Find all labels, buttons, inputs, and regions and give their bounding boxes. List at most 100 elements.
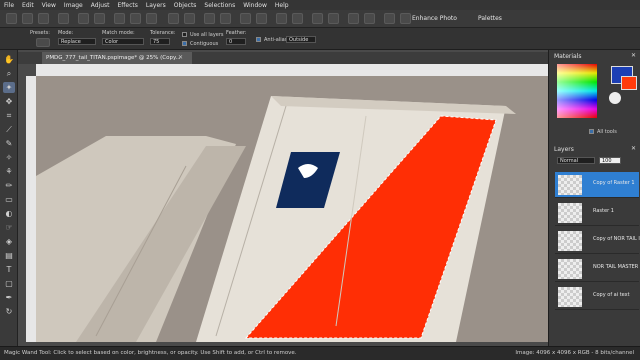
materials-close-icon[interactable]: ✕ xyxy=(631,52,636,59)
grid-icon[interactable] xyxy=(240,13,251,24)
menu-help[interactable]: Help xyxy=(271,2,293,9)
background-color-swatch[interactable] xyxy=(621,76,637,90)
menu-file[interactable]: File xyxy=(0,2,18,9)
canvas-artwork xyxy=(36,76,548,342)
menu-adjust[interactable]: Adjust xyxy=(87,2,114,9)
menu-view[interactable]: View xyxy=(38,2,60,9)
layer-row[interactable]: NOR TAIL MASTER xyxy=(555,256,639,282)
opacity-input[interactable]: 100 xyxy=(599,157,621,164)
overview-icon[interactable] xyxy=(384,13,395,24)
menu-window[interactable]: Window xyxy=(239,2,271,9)
straighten-tool-icon[interactable]: ⟋ xyxy=(3,124,15,135)
crop-icon[interactable] xyxy=(204,13,215,24)
zoom-icon[interactable] xyxy=(168,13,179,24)
learning-center-icon[interactable] xyxy=(348,13,359,24)
move-tool-icon[interactable]: ✥ xyxy=(3,96,15,107)
run-script-icon[interactable] xyxy=(328,13,339,24)
crop-tool-icon[interactable]: ⌗ xyxy=(3,110,15,121)
vertical-ruler xyxy=(26,76,36,342)
tolerance-label: Tolerance: xyxy=(150,30,176,36)
histogram-icon[interactable] xyxy=(292,13,303,24)
document-tab[interactable]: PMDG_777_tail_TITAN.pspimage* @ 25% (Cop… xyxy=(42,52,192,64)
use-all-layers-checkbox[interactable] xyxy=(182,32,187,37)
layer-thumbnail xyxy=(558,203,582,223)
layers-close-icon[interactable]: ✕ xyxy=(631,145,636,152)
contiguous-label: Contiguous xyxy=(190,41,219,47)
flood-fill-tool-icon[interactable]: ◈ xyxy=(3,236,15,247)
warp-tool-icon[interactable]: ↻ xyxy=(3,306,15,317)
feather-label: Feather: xyxy=(226,30,247,36)
match-mode-select[interactable]: Color xyxy=(102,38,144,45)
menu-edit[interactable]: Edit xyxy=(18,2,38,9)
dropper-tool-icon[interactable]: ✎ xyxy=(3,138,15,149)
cut-icon[interactable] xyxy=(114,13,125,24)
layer-row[interactable]: Copy of ai text xyxy=(555,284,639,310)
menu-image[interactable]: Image xyxy=(60,2,87,9)
use-all-layers-label: Use all layers xyxy=(190,32,224,38)
layer-name: Copy of Raster 1 xyxy=(593,180,635,186)
pen-tool-icon[interactable]: ✒ xyxy=(3,292,15,303)
layer-name: NOR TAIL MASTER xyxy=(593,264,639,270)
paste-icon[interactable] xyxy=(146,13,157,24)
dodge-tool-icon[interactable]: ◐ xyxy=(3,208,15,219)
menu-layers[interactable]: Layers xyxy=(142,2,170,9)
swap-colors-icon[interactable] xyxy=(609,92,621,104)
blend-mode-select[interactable]: Normal xyxy=(557,157,595,164)
new-file-icon[interactable] xyxy=(6,13,17,24)
layer-name: Copy of ai text xyxy=(593,292,630,298)
enhance-photo-icon[interactable] xyxy=(400,13,411,24)
text-tool-icon[interactable]: T xyxy=(3,264,15,275)
layer-name: Copy of NOR TAIL I xyxy=(593,236,640,242)
antialias-mode-select[interactable]: Outside xyxy=(286,36,316,43)
redo-icon[interactable] xyxy=(94,13,105,24)
save-icon[interactable] xyxy=(38,13,49,24)
feather-input[interactable]: 0 xyxy=(226,38,246,45)
image-canvas[interactable] xyxy=(36,76,548,342)
open-folder-icon[interactable] xyxy=(22,13,33,24)
close-tab-icon[interactable]: ✕ xyxy=(178,52,183,64)
all-tools-checkbox[interactable] xyxy=(589,129,594,134)
image-info: Image: 4096 x 4096 x RGB - 8 bits/channe… xyxy=(515,350,634,356)
smudge-tool-icon[interactable]: ☞ xyxy=(3,222,15,233)
all-tools-label: All tools xyxy=(597,129,617,135)
layer-name: Raster 1 xyxy=(593,208,614,214)
script-icon[interactable] xyxy=(312,13,323,24)
undo-icon[interactable] xyxy=(78,13,89,24)
right-palettes: Materials ✕ All tools Layers ✕ Normal 10… xyxy=(548,50,640,346)
layer-row[interactable]: Copy of Raster 1 xyxy=(555,172,639,198)
magic-wand-tool-icon[interactable]: ✦ xyxy=(3,82,15,93)
paint-brush-tool-icon[interactable]: ✏ xyxy=(3,180,15,191)
layer-row[interactable]: Copy of NOR TAIL I xyxy=(555,228,640,254)
menu-selections[interactable]: Selections xyxy=(200,2,239,9)
presets-picker-icon[interactable] xyxy=(36,38,50,47)
materials-palette-icon[interactable] xyxy=(364,13,375,24)
makeover-tool-icon[interactable]: ✧ xyxy=(3,152,15,163)
tool-options-bar: Presets: Mode: Replace Match mode: Color… xyxy=(0,28,640,50)
resize-icon[interactable] xyxy=(184,13,195,24)
status-hint: Magic Wand Tool: Click to select based o… xyxy=(4,350,297,356)
pan-tool-icon[interactable]: ✋ xyxy=(3,54,15,65)
clone-tool-icon[interactable]: ⚘ xyxy=(3,166,15,177)
menu-objects[interactable]: Objects xyxy=(170,2,201,9)
antialias-checkbox[interactable] xyxy=(256,37,261,42)
ruler-icon[interactable] xyxy=(256,13,267,24)
horizontal-ruler xyxy=(36,64,548,76)
layers-palette-icon[interactable] xyxy=(276,13,287,24)
status-bar: Magic Wand Tool: Click to select based o… xyxy=(0,346,640,360)
tolerance-input[interactable]: 75 xyxy=(150,38,170,45)
palettes-button[interactable]: Palettes xyxy=(478,15,502,22)
match-mode-label: Match mode: xyxy=(102,30,135,36)
mode-select[interactable]: Replace xyxy=(58,38,96,45)
eraser-tool-icon[interactable]: ▭ xyxy=(3,194,15,205)
contiguous-checkbox[interactable] xyxy=(182,41,187,46)
enhance-photo-button[interactable]: Enhance Photo xyxy=(412,15,457,22)
zoom-tool-icon[interactable]: ⌕ xyxy=(3,68,15,79)
print-icon[interactable] xyxy=(58,13,69,24)
gradient-tool-icon[interactable]: ▤ xyxy=(3,250,15,261)
rectangle-tool-icon[interactable]: ▢ xyxy=(3,278,15,289)
layer-row[interactable]: Raster 1 xyxy=(555,200,639,226)
rotate-icon[interactable] xyxy=(220,13,231,24)
menu-effects[interactable]: Effects xyxy=(113,2,141,9)
copy-icon[interactable] xyxy=(130,13,141,24)
standard-toolbar: Enhance Photo Palettes xyxy=(0,10,640,28)
